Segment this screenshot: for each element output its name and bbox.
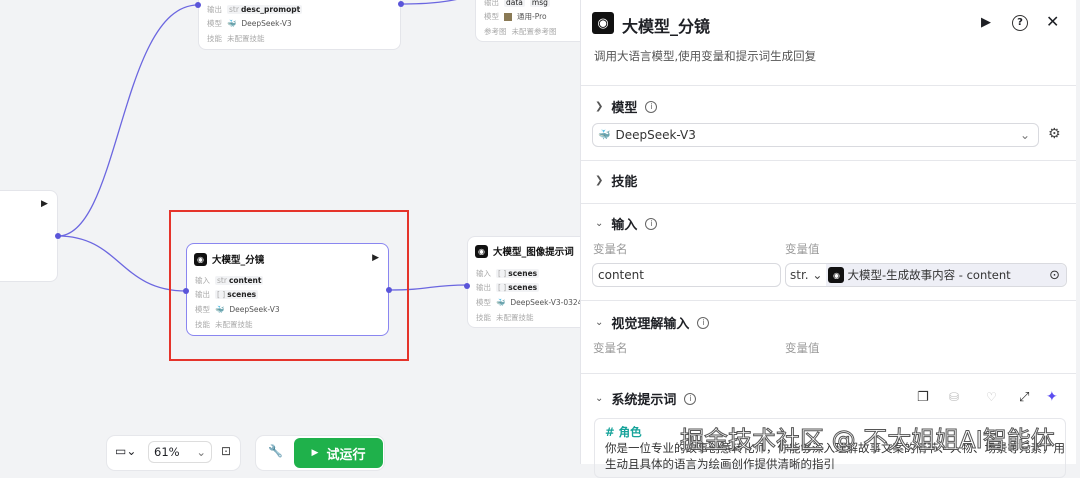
type-select[interactable]: str. ⌄: [786, 268, 826, 282]
section-vision-input[interactable]: ⌄ 视觉理解输入 i: [595, 313, 710, 332]
zoom-select[interactable]: 61% ⌄: [148, 441, 212, 463]
expand-icon[interactable]: ⤢: [1019, 390, 1029, 405]
play-icon[interactable]: ▶: [981, 15, 991, 30]
llm-logo-icon: ◉: [475, 244, 488, 258]
section-input[interactable]: ⌄ 输入 i: [595, 214, 658, 233]
panel-description: 调用大语言模型,使用变量和提示词生成回复: [594, 49, 817, 63]
deepseek-icon: 🐳: [496, 298, 506, 307]
node-top-right[interactable]: 输出 data msg 模型 通用-Pro 参考图 未配置参考图: [475, 0, 595, 42]
node-right[interactable]: ◉ 大模型_图像提示词 输入[ ] scenes 输出[ ] scenes 模型 🐳 De…: [467, 236, 592, 328]
library-icon[interactable]: ⛁: [949, 390, 959, 404]
llm-logo-icon: ◉: [592, 12, 614, 34]
run-toolbar: 🔧 ▶ 试运行: [256, 436, 384, 470]
help-icon[interactable]: ?: [1012, 15, 1028, 31]
node-top[interactable]: 输出 str desc_promopt 模型 🐳 DeepSeek-V3 技能 未配置技能: [198, 0, 401, 50]
edge: [57, 4, 199, 237]
info-icon[interactable]: i: [684, 392, 697, 405]
close-icon[interactable]: ✕: [1046, 12, 1059, 31]
section-system-prompt[interactable]: ⌄ 系统提示词 i: [595, 389, 697, 408]
bulb-icon[interactable]: ♡: [986, 390, 997, 404]
wrench-icon[interactable]: 🔧: [268, 444, 283, 458]
section-skills[interactable]: ❯ 技能: [595, 171, 637, 190]
edge: [57, 235, 187, 292]
info-icon[interactable]: i: [645, 217, 658, 230]
comment-icon[interactable]: ⊡: [221, 444, 231, 458]
panel-title: 大模型_分镜: [622, 17, 711, 36]
gear-icon[interactable]: ⚙: [1048, 126, 1061, 142]
node-config-panel: ◉ 大模型_分镜 ▶ ? ✕ 调用大语言模型,使用变量和提示词生成回复 ❯ 模型 i…: [580, 0, 1076, 478]
highlight-box: [169, 210, 409, 361]
watermark: 掘金技术社区 @ 不大姐姐AI智能体: [680, 426, 1056, 455]
canvas-toolbar: ▭⌄ 61% ⌄ ⊡: [107, 436, 240, 470]
play-icon[interactable]: ▶: [41, 199, 48, 209]
deepseek-icon: 🐳: [227, 19, 237, 28]
info-icon[interactable]: i: [697, 316, 710, 329]
section-model[interactable]: ❯ 模型 i: [595, 97, 658, 116]
chevron-down-icon: ⌄: [1019, 128, 1030, 142]
minimap-icon[interactable]: ▭⌄: [115, 444, 136, 458]
input-var-name[interactable]: content: [592, 263, 781, 287]
node-partial[interactable]: ▶: [0, 190, 58, 282]
model-icon: [504, 12, 512, 21]
model-select[interactable]: 🐳 DeepSeek-V3 ⌄: [592, 123, 1039, 147]
info-icon[interactable]: i: [645, 100, 658, 113]
llm-logo-icon: ◉: [828, 267, 845, 283]
copy-icon[interactable]: ❐: [917, 390, 929, 405]
target-icon[interactable]: ⊙: [1049, 268, 1060, 283]
edge: [399, 0, 457, 5]
deepseek-icon: 🐳: [598, 129, 611, 141]
ai-optimize-icon[interactable]: ✦: [1046, 389, 1058, 405]
play-icon: ▶: [311, 448, 319, 458]
input-var-value[interactable]: str. ⌄ ◉ 大模型-生成故事内容 - content ⊙: [785, 263, 1067, 287]
